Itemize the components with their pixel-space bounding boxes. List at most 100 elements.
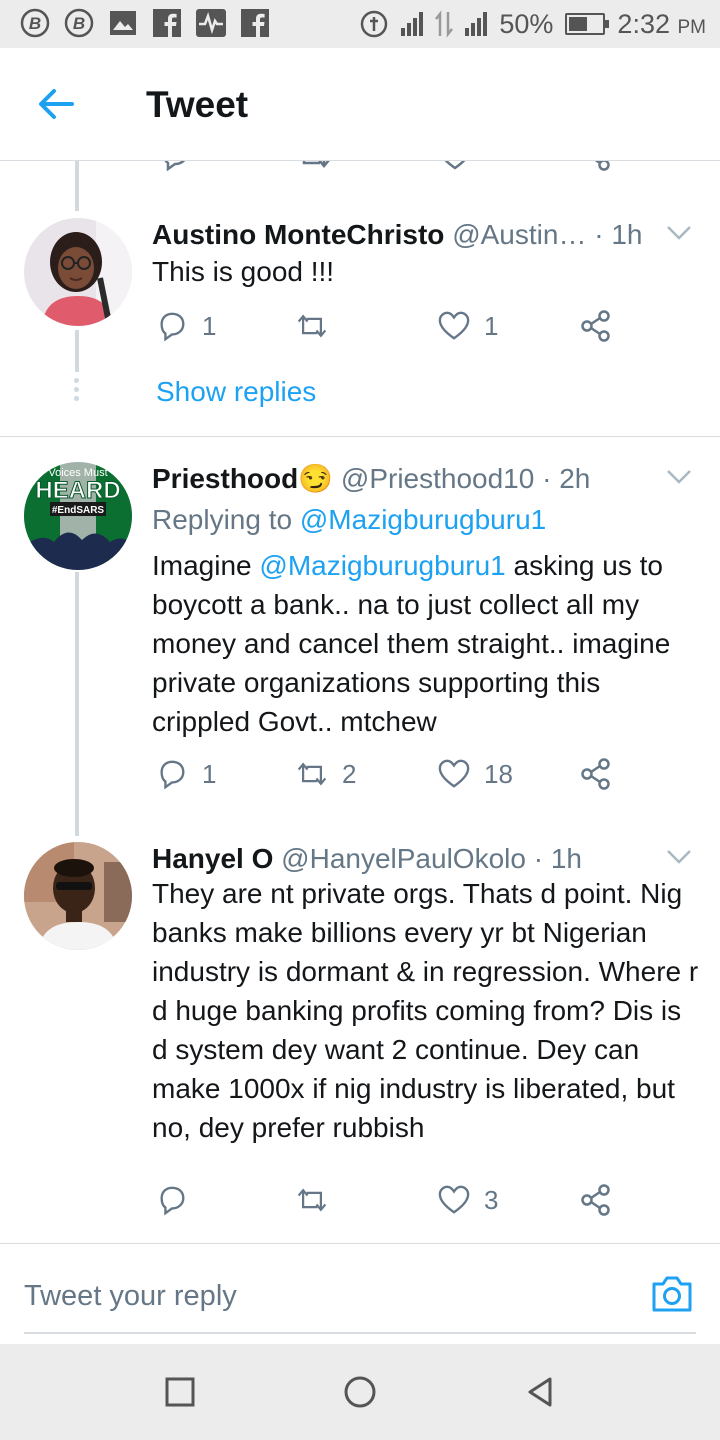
text-before: Imagine [152,550,260,581]
avatar-text-tag: #EndSARS [52,505,105,516]
clock-time: 2:32 [617,8,670,39]
avatar[interactable] [24,218,132,326]
tweet-time: 1h [550,843,582,874]
share-action[interactable] [580,310,612,342]
divider [0,436,720,437]
retweet-action[interactable]: 2 [296,758,356,790]
tweet-text: They are nt private orgs. Thats d point.… [152,878,699,1143]
share-icon[interactable] [580,1184,612,1216]
tweet-meta: Hanyel O @HanyelPaulOkolo · 1h [152,842,662,876]
chevron-down-icon[interactable] [666,224,692,242]
replying-to: Replying to @Mazigburugburu1 [152,503,546,537]
signal-hplus-icon [465,12,488,36]
svg-text:B: B [29,14,41,33]
like-action[interactable]: 3 [438,1184,498,1216]
thread-line [75,161,79,211]
reply-icon[interactable] [158,161,192,171]
like-count: 18 [484,758,513,789]
thread-line [75,572,79,836]
user-handle[interactable]: @HanyelPaulOkolo [281,843,526,874]
avatar-text-mid: HEARD [35,477,120,504]
share-icon[interactable] [580,758,612,790]
replying-to-link[interactable]: @Mazigburugburu1 [300,504,546,535]
avatar[interactable] [24,842,132,950]
emoji: 😏 [298,463,334,494]
signal-e-icon [401,12,424,36]
like-count: 3 [484,1184,499,1215]
mention-link[interactable]: @Mazigburugburu1 [259,550,505,581]
like-action[interactable]: 1 [438,310,498,342]
retweet-icon[interactable] [296,310,328,342]
reply-action[interactable]: 1 [156,758,216,790]
page-title: Tweet [146,84,249,125]
reply-count: 1 [202,758,217,789]
reply-input[interactable]: Tweet your reply [24,1280,237,1313]
tweet-meta: Austino MonteChristo @Austin… · 1h [152,218,662,252]
share-icon[interactable] [580,310,612,342]
user-name[interactable]: Hanyel O [152,843,273,874]
like-icon[interactable] [438,161,472,171]
status-bar: B B 50% 2:32 PM [0,0,720,48]
chevron-down-icon[interactable] [666,468,692,486]
data-arrows-icon [435,10,454,38]
reply-icon[interactable] [156,310,188,342]
share-icon[interactable] [580,161,612,171]
reply-icon[interactable] [156,1184,188,1216]
show-replies-link[interactable]: Show replies [156,376,316,408]
retweet-icon[interactable] [296,1184,328,1216]
partial-actions-row [0,161,720,171]
chevron-down-icon[interactable] [666,848,692,866]
retweet-action[interactable] [296,310,342,342]
retweet-icon[interactable] [296,758,328,790]
meta-separator: · [594,219,604,250]
camera-icon[interactable] [650,1274,694,1314]
user-handle[interactable]: @Austin… [452,219,586,250]
like-action[interactable]: 18 [438,758,513,790]
tweet-text: Imagine @Mazigburugburu1 asking us to bo… [152,546,702,741]
reply-action[interactable]: 1 [156,310,216,342]
arrow-left-icon[interactable] [36,84,76,124]
home-icon[interactable] [342,1374,378,1410]
user-handle[interactable]: @Priesthood10 [341,463,534,494]
data-saver-icon [361,10,388,38]
retweet-icon[interactable] [296,161,332,171]
svg-text:B: B [73,14,85,33]
conversation-feed[interactable]: Austino MonteChristo @Austin… · 1h This … [0,161,720,1243]
reply-composer: Tweet your reply [0,1243,720,1344]
retweet-action[interactable] [296,1184,342,1216]
tweet-time: 2h [559,463,591,494]
reply-count: 1 [202,310,217,341]
thread-line [75,330,79,372]
tweet-meta: Priesthood😏 @Priesthood10 · 2h [152,462,662,496]
meta-separator: · [533,843,544,874]
recents-icon[interactable] [162,1374,198,1410]
reply-input-underline [24,1332,696,1334]
tweet-time: 1h [611,219,643,250]
avatar[interactable]: Voices Must HEARD #EndSARS [24,462,132,570]
share-action[interactable] [580,1184,612,1216]
clock-ampm: PM [677,16,707,38]
reply-action[interactable] [156,1184,202,1216]
tweet-actions: 1 2 18 [156,758,626,798]
clock: 2:32 PM [617,9,706,40]
tweet-text: This is good !!! [152,256,335,287]
pulse-icon [196,8,226,38]
like-icon[interactable] [438,1184,470,1216]
battery-icon [565,13,610,35]
like-icon[interactable] [438,310,470,342]
notification-icons: B B [20,8,270,38]
replying-prefix: Replying to [152,504,300,535]
facebook-icon [152,8,182,38]
user-name[interactable]: Priesthood [152,463,298,494]
app-header: Tweet [0,48,720,161]
back-nav-icon[interactable] [522,1374,558,1410]
share-action[interactable] [580,758,612,790]
image-icon [108,8,138,38]
b-circle-icon: B [64,8,94,38]
reply-icon[interactable] [156,758,188,790]
facebook-icon [240,8,270,38]
system-indicators: 50% 2:32 PM [359,8,706,40]
user-name[interactable]: Austino MonteChristo [152,219,444,250]
like-icon[interactable] [438,758,470,790]
like-count: 1 [484,310,499,341]
